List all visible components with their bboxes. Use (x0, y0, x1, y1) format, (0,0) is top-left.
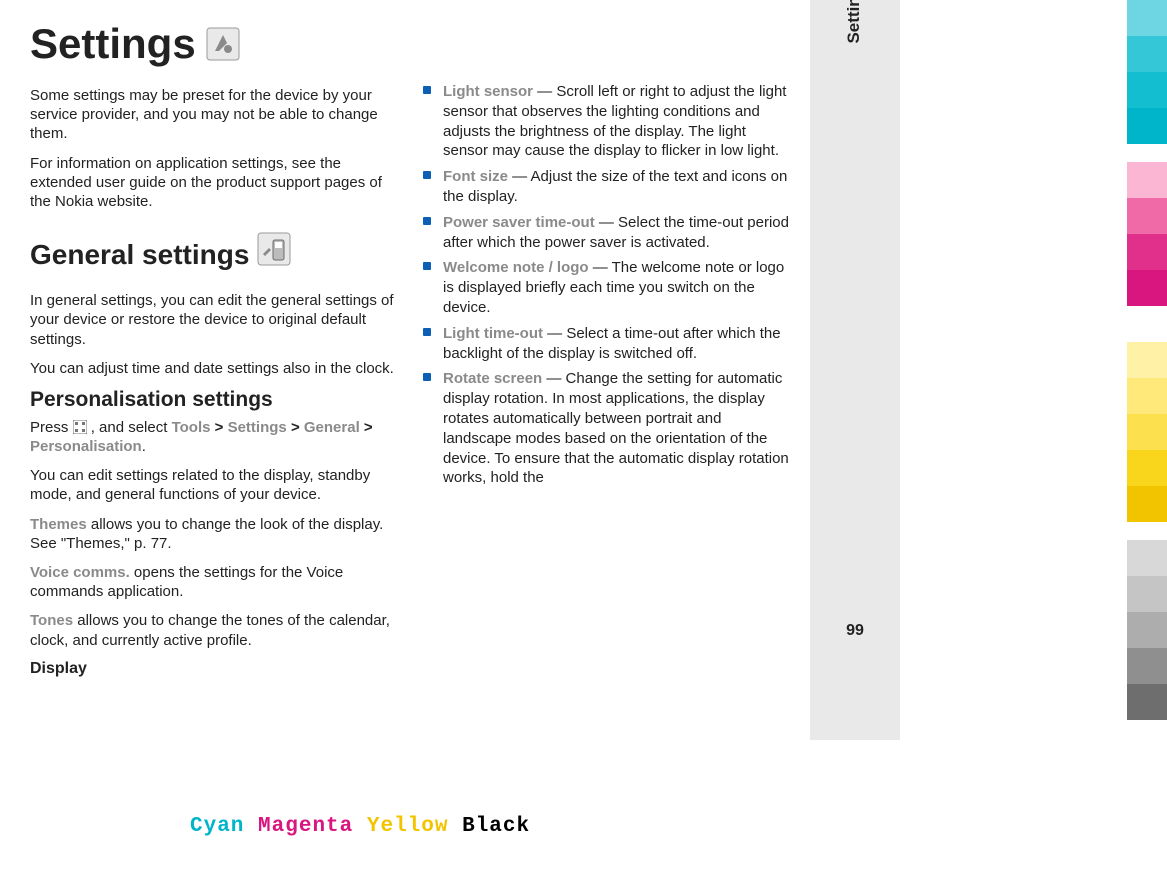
press-label: Press (30, 419, 73, 436)
swatch (1127, 36, 1167, 72)
magenta-mark: Magenta (258, 815, 353, 838)
path-dot: . (142, 438, 146, 455)
swatch (1127, 450, 1167, 486)
display-item-label: Light sensor (443, 83, 533, 100)
page-number: 99 (810, 622, 900, 640)
display-item-label: Power saver time-out (443, 214, 595, 231)
path-separator: > (291, 419, 300, 436)
general-settings-heading: General settings (30, 239, 249, 271)
swatch (1127, 0, 1167, 36)
list-item: Light time-out — Select a time-out after… (423, 324, 790, 364)
path-separator: > (364, 419, 373, 436)
path-settings: Settings (228, 419, 287, 436)
personalisation-heading: Personalisation settings (30, 388, 397, 412)
personalisation-path: Press , and select Tools > Settings > Ge… (30, 418, 397, 456)
color-calibration-strip (1127, 0, 1167, 720)
list-item: Light sensor — Scroll left or right to a… (423, 82, 790, 161)
intro-paragraph-1: Some settings may be preset for the devi… (30, 86, 397, 144)
path-general: General (304, 419, 360, 436)
swatch (1127, 378, 1167, 414)
swatch (1127, 648, 1167, 684)
general-paragraph-2: You can adjust time and date settings al… (30, 359, 397, 378)
display-item-text: — Change the setting for automatic displ… (443, 370, 789, 486)
swatch (1127, 234, 1167, 270)
cyan-mark: Cyan (190, 815, 244, 838)
swatch (1127, 486, 1167, 522)
path-personalisation: Personalisation (30, 438, 142, 455)
swatch (1127, 72, 1167, 108)
side-index-bar: Settings 99 (810, 0, 900, 740)
tones-text: allows you to change the tones of the ca… (30, 612, 390, 648)
display-item-label: Welcome note / logo (443, 259, 589, 276)
swatch (1127, 414, 1167, 450)
display-item-label: Font size (443, 168, 508, 185)
phone-tools-icon (257, 232, 291, 266)
settings-icon (206, 27, 240, 61)
swatch (1127, 612, 1167, 648)
page-title: Settings (30, 20, 196, 68)
select-label: , and select (91, 419, 172, 436)
tones-label: Tones (30, 612, 73, 629)
swatch (1127, 162, 1167, 198)
swatch (1127, 108, 1167, 144)
yellow-mark: Yellow (367, 815, 449, 838)
black-mark: Black (462, 815, 530, 838)
general-paragraph-1: In general settings, you can edit the ge… (30, 291, 397, 349)
tones-paragraph: Tones allows you to change the tones of … (30, 611, 397, 649)
personalisation-paragraph-2: You can edit settings related to the dis… (30, 466, 397, 504)
intro-paragraph-2: For information on application settings,… (30, 154, 397, 212)
swatch (1127, 270, 1167, 306)
display-list: Light sensor — Scroll left or right to a… (423, 82, 790, 488)
list-item: Welcome note / logo — The welcome note o… (423, 258, 790, 317)
themes-paragraph: Themes allows you to change the look of … (30, 515, 397, 553)
display-item-label: Light time-out (443, 325, 543, 342)
list-item: Power saver time-out — Select the time-o… (423, 213, 790, 253)
themes-label: Themes (30, 516, 87, 533)
side-section-label: Settings (844, 0, 864, 55)
display-heading: Display (30, 660, 397, 678)
path-separator: > (215, 419, 224, 436)
path-tools: Tools (172, 419, 211, 436)
list-item: Rotate screen — Change the setting for a… (423, 369, 790, 488)
swatch (1127, 540, 1167, 576)
page-content: Settings Some settings may be preset for… (30, 20, 790, 697)
menu-key-icon (73, 420, 87, 434)
swatch (1127, 576, 1167, 612)
list-item: Font size — Adjust the size of the text … (423, 167, 790, 207)
voice-label: Voice comms. (30, 564, 130, 581)
swatch (1127, 342, 1167, 378)
swatch (1127, 684, 1167, 720)
voice-paragraph: Voice comms. opens the settings for the … (30, 563, 397, 601)
print-registration-marks: Cyan Magenta Yellow Black (190, 815, 530, 838)
swatch (1127, 198, 1167, 234)
display-item-label: Rotate screen (443, 370, 542, 387)
